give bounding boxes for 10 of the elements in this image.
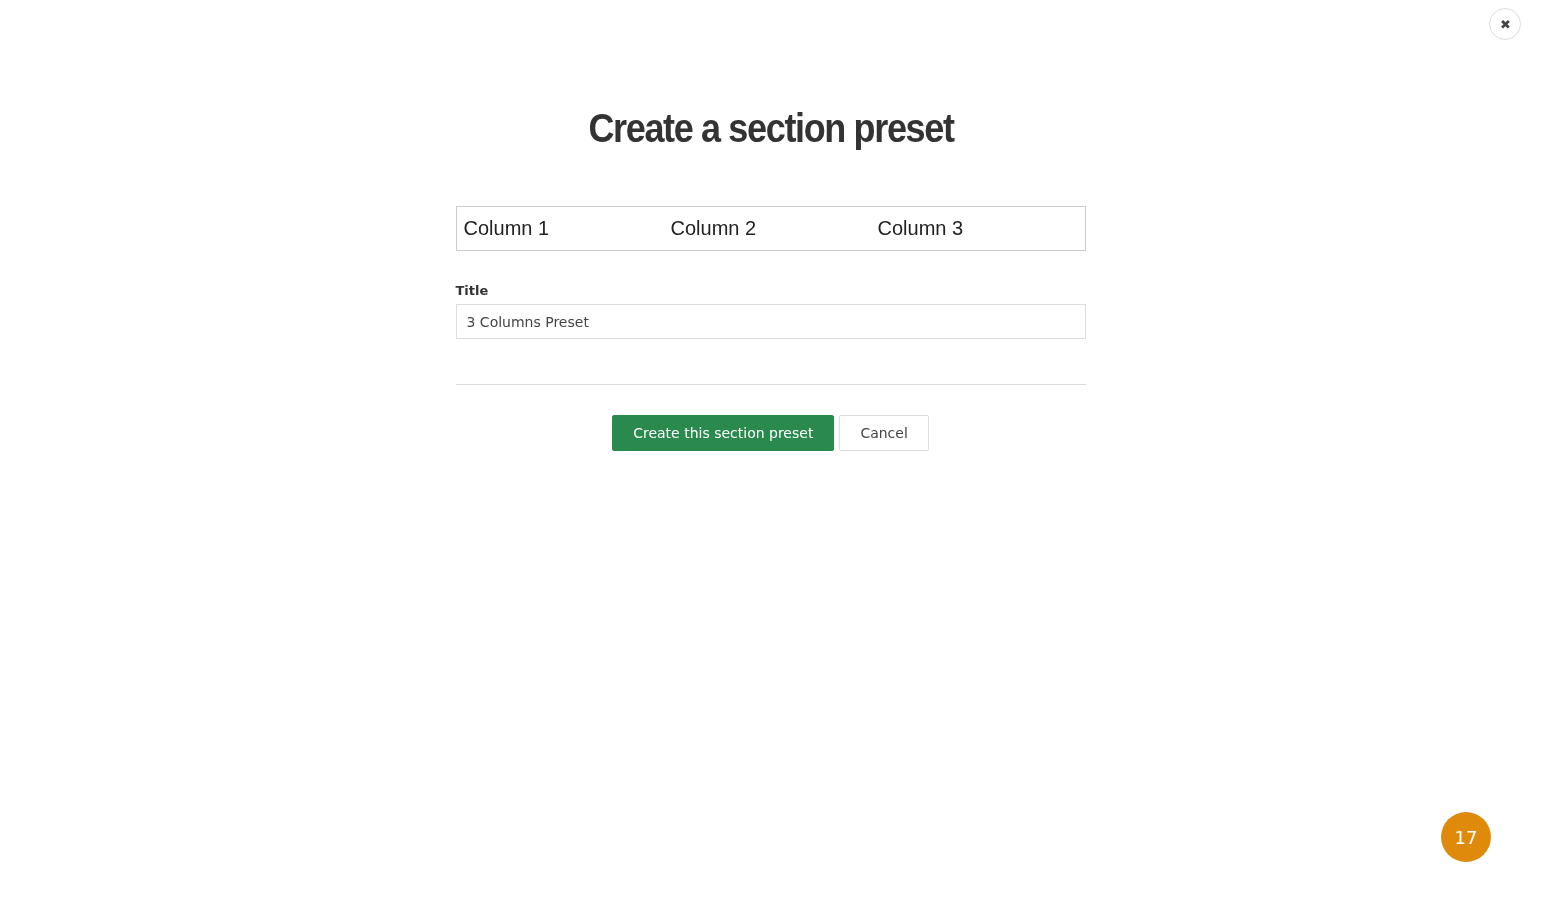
field-label: Title [455, 283, 490, 298]
column-label: Column 1 [463, 217, 551, 240]
column-label: Column 3 [877, 217, 965, 240]
close-button[interactable]: ✖ [1489, 8, 1521, 40]
dialog-title: Create a section preset [586, 105, 955, 152]
cancel-button[interactable]: Cancel [839, 415, 929, 451]
step-badge: 17 [1441, 812, 1491, 862]
create-button[interactable]: Create this section preset [612, 415, 835, 451]
title-input-field[interactable]: 3 Columns Preset [455, 304, 1086, 339]
column-label: Column 2 [670, 217, 758, 240]
